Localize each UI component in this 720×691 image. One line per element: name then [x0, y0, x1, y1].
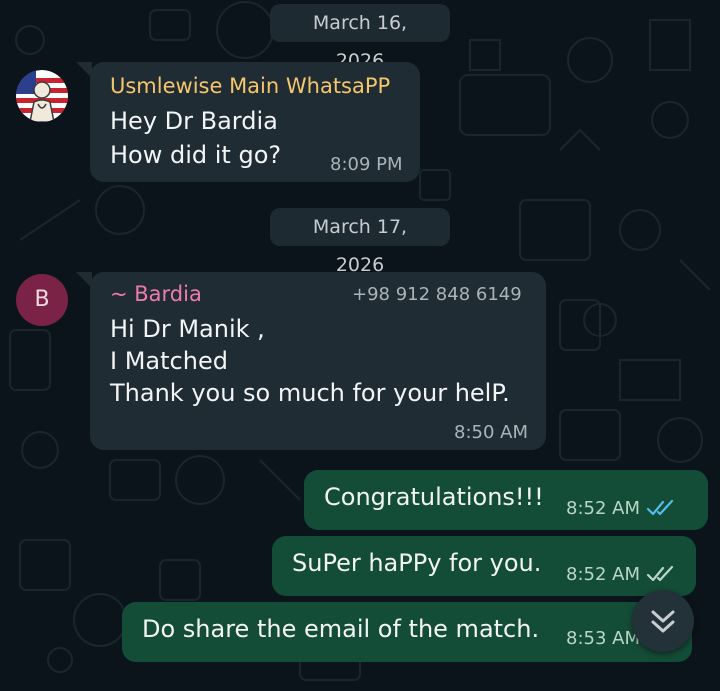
- avatar[interactable]: [16, 70, 68, 122]
- incoming-message-bubble[interactable]: Usmlewise Main WhatsaPP Hey Dr Bardia Ho…: [90, 62, 420, 182]
- sender-phone[interactable]: +98 912 848 6149: [352, 284, 522, 305]
- us-flag-doctor-avatar-icon: [16, 70, 68, 122]
- message-text: Do share the email of the match.: [142, 615, 540, 643]
- message-time: 8:53 AM: [566, 628, 640, 649]
- date-separator: March 17, 2026: [270, 208, 450, 276]
- outgoing-message-bubble[interactable]: SuPer haPPy for you. 8:52 AM: [272, 536, 696, 596]
- sender-name[interactable]: ~ Bardia: [110, 282, 202, 306]
- message-text: Congratulations!!!: [324, 483, 544, 511]
- message-text: SuPer haPPy for you.: [292, 549, 542, 577]
- double-tick-delivered-icon: [646, 565, 674, 582]
- outgoing-message-bubble[interactable]: Congratulations!!! 8:52 AM: [304, 470, 708, 530]
- avatar[interactable]: B: [16, 274, 68, 326]
- message-line: How did it go?: [110, 141, 282, 169]
- message-line: Thank you so much for your helP.: [110, 379, 510, 407]
- message-time: 8:09 PM: [330, 154, 403, 175]
- message-line: Hey Dr Bardia: [110, 107, 278, 135]
- message-time: 8:52 AM: [566, 498, 640, 519]
- message-line: Hi Dr Manik ,: [110, 315, 265, 343]
- incoming-message-bubble[interactable]: ~ Bardia +98 912 848 6149 Hi Dr Manik , …: [90, 272, 546, 450]
- message-line: I Matched: [110, 347, 228, 375]
- double-tick-read-icon: [646, 499, 674, 516]
- message-time: 8:52 AM: [566, 564, 640, 585]
- date-separator: March 16, 2026: [270, 4, 450, 72]
- scroll-to-bottom-button[interactable]: [632, 590, 694, 652]
- sender-name[interactable]: Usmlewise Main WhatsaPP: [110, 74, 390, 98]
- message-time: 8:50 AM: [454, 422, 528, 443]
- double-chevron-down-icon: [651, 610, 675, 633]
- outgoing-message-bubble[interactable]: Do share the email of the match. 8:53 AM: [122, 602, 692, 662]
